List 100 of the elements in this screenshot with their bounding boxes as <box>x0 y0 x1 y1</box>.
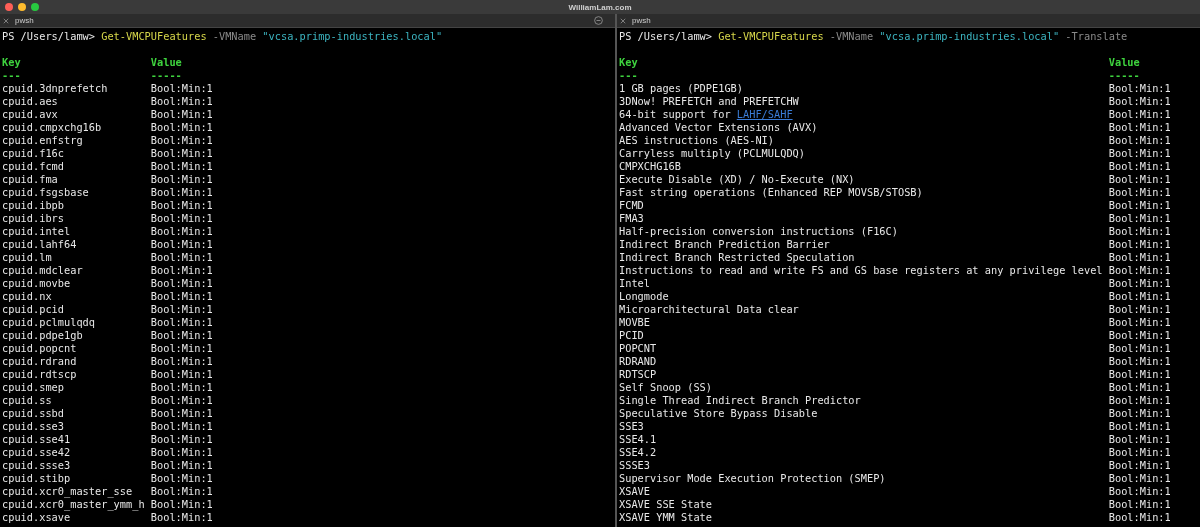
value-text: Bool:Min:1 <box>150 277 213 290</box>
value-text: Bool:Min:1 <box>150 381 213 394</box>
command-token: "vcsa.primp-industries.local" <box>262 30 443 43</box>
key-text: cpuid.pdpe1gb <box>2 329 83 342</box>
value-text: Bool:Min:1 <box>150 82 213 95</box>
key-text: 3DNow! PREFETCH and PREFETCHW <box>619 95 799 108</box>
key-text: cpuid.xcr0_master_ymm_h <box>2 498 145 511</box>
value-text: Bool:Min:1 <box>150 290 213 303</box>
key-text: Indirect Branch Prediction Barrier <box>619 238 830 251</box>
key-text: cpuid.sse41 <box>2 433 71 446</box>
value-text: Bool:Min:1 <box>150 446 213 459</box>
value-text: Bool:Min:1 <box>150 225 213 238</box>
key-text: cpuid.3dnprefetch <box>2 82 108 95</box>
value-text: Bool:Min:1 <box>150 303 213 316</box>
value-text: Bool:Min:1 <box>1108 264 1171 277</box>
value-text: Bool:Min:1 <box>150 472 213 485</box>
minus-circle-icon[interactable] <box>594 16 603 25</box>
value-text: Bool:Min:1 <box>150 407 213 420</box>
key-text: Speculative Store Bypass Disable <box>619 407 818 420</box>
value-text: Bool:Min:1 <box>1108 485 1171 498</box>
value-text: Bool:Min:1 <box>150 420 213 433</box>
value-text: Bool:Min:1 <box>1108 355 1171 368</box>
key-text: Single Thread Indirect Branch Predictor <box>619 394 861 407</box>
column-underline: --- <box>2 69 21 82</box>
value-text: Bool:Min:1 <box>1108 212 1171 225</box>
key-text: cpuid.pclmulqdq <box>2 316 95 329</box>
key-text: Indirect Branch Restricted Speculation <box>619 251 855 264</box>
key-text: cpuid.popcnt <box>2 342 77 355</box>
tab[interactable]: pwsh <box>15 16 34 25</box>
zoom-button[interactable] <box>31 3 39 11</box>
key-text: cpuid.f16c <box>2 147 64 160</box>
value-text: Bool:Min:1 <box>150 251 213 264</box>
key-text: cpuid.pcid <box>2 303 64 316</box>
command-token: Get-VMCPUFeatures <box>101 30 207 43</box>
close-button[interactable] <box>5 3 13 11</box>
key-text: PCID <box>619 329 644 342</box>
value-text: Bool:Min:1 <box>150 134 213 147</box>
value-text: Bool:Min:1 <box>1108 329 1171 342</box>
key-text: RDTSCP <box>619 368 657 381</box>
key-text: XSAVE YMM State <box>619 511 712 524</box>
key-text: Carryless multiply (PCLMULQDQ) <box>619 147 805 160</box>
value-text: Bool:Min:1 <box>150 160 213 173</box>
link[interactable]: LAHF/SAHF <box>736 108 793 120</box>
value-text: Bool:Min:1 <box>150 433 213 446</box>
close-icon[interactable] <box>3 17 9 24</box>
value-text: Bool:Min:1 <box>1108 251 1171 264</box>
value-text: Bool:Min:1 <box>150 186 213 199</box>
column-underline: ----- <box>150 69 182 82</box>
key-text: AES instructions (AES-NI) <box>619 134 774 147</box>
key-text: 64-bit support for LAHF/SAHF <box>619 108 793 121</box>
key-text: cpuid.rdrand <box>2 355 77 368</box>
key-text: cpuid.cmpxchg16b <box>2 121 102 134</box>
key-text: SSE4.1 <box>619 433 657 446</box>
value-text: Bool:Min:1 <box>1108 290 1171 303</box>
command-token: "vcsa.primp-industries.local" <box>879 30 1060 43</box>
column-heading: Key <box>619 56 638 69</box>
key-text: cpuid.fsgsbase <box>2 186 89 199</box>
key-text: MOVBE <box>619 316 650 329</box>
value-text: Bool:Min:1 <box>1108 511 1171 524</box>
key-text: CMPXCHG16B <box>619 160 681 173</box>
value-text: Bool:Min:1 <box>1108 199 1171 212</box>
key-text: Supervisor Mode Execution Protection (SMEP) <box>619 472 886 485</box>
value-text: Bool:Min:1 <box>150 329 213 342</box>
value-text: Bool:Min:1 <box>150 485 213 498</box>
value-text: Bool:Min:1 <box>1108 225 1171 238</box>
value-text: Bool:Min:1 <box>1108 186 1171 199</box>
key-text: cpuid.smep <box>2 381 64 394</box>
key-text: cpuid.sse3 <box>2 420 64 433</box>
value-text: Bool:Min:1 <box>1108 147 1171 160</box>
value-text: Bool:Min:1 <box>150 264 213 277</box>
value-text: Bool:Min:1 <box>1108 420 1171 433</box>
key-text: Intel <box>619 277 650 290</box>
minimize-button[interactable] <box>18 3 26 11</box>
value-text: Bool:Min:1 <box>1108 316 1171 329</box>
close-icon[interactable] <box>620 17 626 24</box>
key-text: cpuid.rdtscp <box>2 368 77 381</box>
value-text: Bool:Min:1 <box>1108 238 1171 251</box>
value-text: Bool:Min:1 <box>150 511 213 524</box>
value-text: Bool:Min:1 <box>150 121 213 134</box>
key-text: cpuid.xsave <box>2 511 71 524</box>
column-heading: Value <box>150 56 182 69</box>
value-text: Bool:Min:1 <box>150 342 213 355</box>
key-text: SSE3 <box>619 420 644 433</box>
tab[interactable]: pwsh <box>632 16 651 25</box>
value-text: Bool:Min:1 <box>150 147 213 160</box>
key-text: cpuid.sse42 <box>2 446 71 459</box>
key-text: cpuid.mdclear <box>2 264 83 277</box>
value-text: Bool:Min:1 <box>1108 368 1171 381</box>
value-text: Bool:Min:1 <box>1108 342 1171 355</box>
command-token: PS /Users/lamw> <box>619 30 712 43</box>
column-underline: --- <box>619 69 638 82</box>
value-text: Bool:Min:1 <box>1108 394 1171 407</box>
key-text: cpuid.xcr0_master_sse <box>2 485 133 498</box>
key-text: cpuid.movbe <box>2 277 71 290</box>
command-token: -Translate <box>1065 30 1128 43</box>
value-text: Bool:Min:1 <box>1108 472 1171 485</box>
value-text: Bool:Min:1 <box>1108 121 1171 134</box>
value-text: Bool:Min:1 <box>1108 433 1171 446</box>
key-text: Longmode <box>619 290 669 303</box>
key-text: cpuid.enfstrg <box>2 134 83 147</box>
